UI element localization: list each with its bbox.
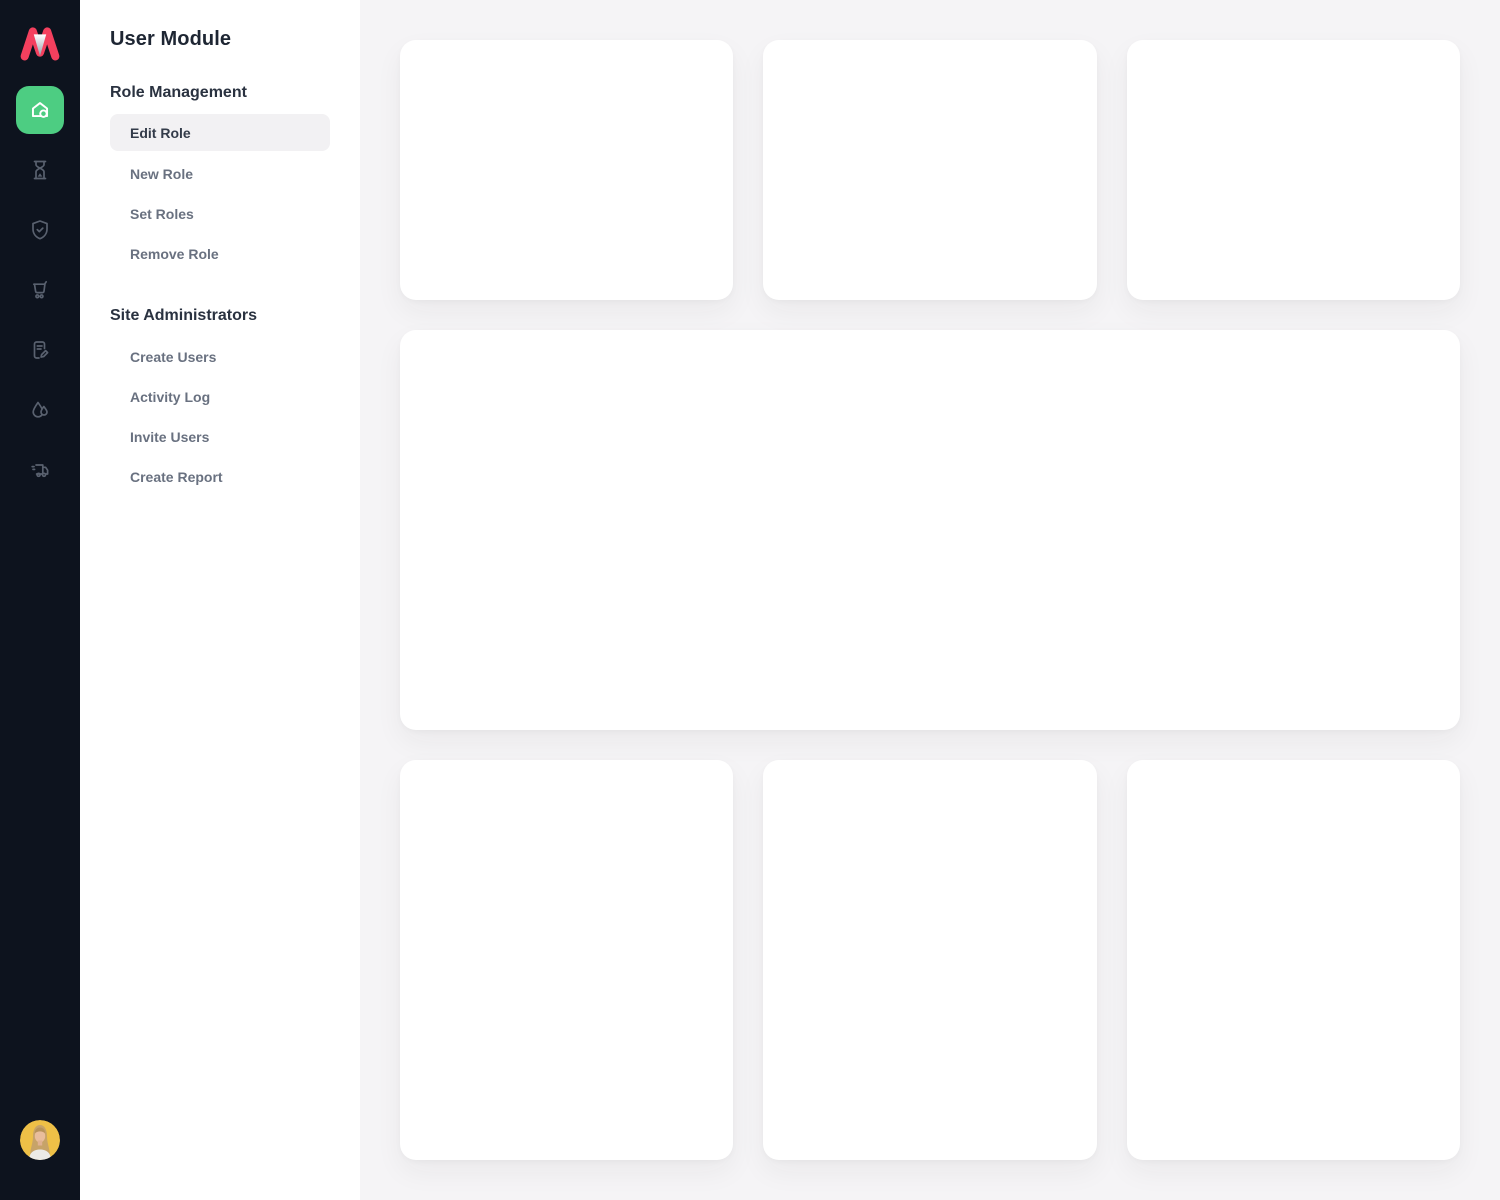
card-row-bottom xyxy=(400,760,1460,1160)
sidebar-item-create-users[interactable]: Create Users xyxy=(110,337,330,377)
card-row-middle xyxy=(400,330,1460,730)
placeholder-card xyxy=(400,40,733,300)
sidebar-item-set-roles[interactable]: Set Roles xyxy=(110,194,330,234)
site-administrators-list: Create Users Activity Log Invite Users C… xyxy=(110,337,330,497)
sidebar-item-create-report[interactable]: Create Report xyxy=(110,457,330,497)
sidebar-item-new-role[interactable]: New Role xyxy=(110,154,330,194)
shield-check-icon[interactable] xyxy=(16,206,64,254)
delivery-truck-icon[interactable] xyxy=(16,446,64,494)
home-icon[interactable] xyxy=(16,86,64,134)
section-heading-site-administrators: Site Administrators xyxy=(110,307,330,325)
placeholder-card xyxy=(763,40,1096,300)
hourglass-icon[interactable] xyxy=(16,146,64,194)
main-content xyxy=(360,0,1500,1200)
brand-m-logo[interactable] xyxy=(17,22,63,64)
sidebar-item-remove-role[interactable]: Remove Role xyxy=(110,234,330,274)
sidebar-item-invite-users[interactable]: Invite Users xyxy=(110,417,330,457)
placeholder-card xyxy=(1127,760,1460,1160)
sidebar-item-edit-role[interactable]: Edit Role xyxy=(110,114,330,151)
placeholder-card-wide xyxy=(400,330,1460,730)
shopping-cart-icon[interactable] xyxy=(16,266,64,314)
rail-nav xyxy=(16,86,64,506)
placeholder-card xyxy=(763,760,1096,1160)
section-heading-role-management: Role Management xyxy=(110,84,330,102)
document-edit-icon[interactable] xyxy=(16,326,64,374)
card-row-top xyxy=(400,40,1460,300)
water-drops-icon[interactable] xyxy=(16,386,64,434)
sidebar-item-activity-log[interactable]: Activity Log xyxy=(110,377,330,417)
sidebar: User Module Role Management Edit Role Ne… xyxy=(80,0,360,1200)
user-avatar[interactable] xyxy=(20,1120,60,1160)
placeholder-card xyxy=(400,760,733,1160)
placeholder-card xyxy=(1127,40,1460,300)
page-title: User Module xyxy=(110,28,330,51)
role-management-list: Edit Role New Role Set Roles Remove Role xyxy=(110,114,330,274)
icon-rail xyxy=(0,0,80,1200)
